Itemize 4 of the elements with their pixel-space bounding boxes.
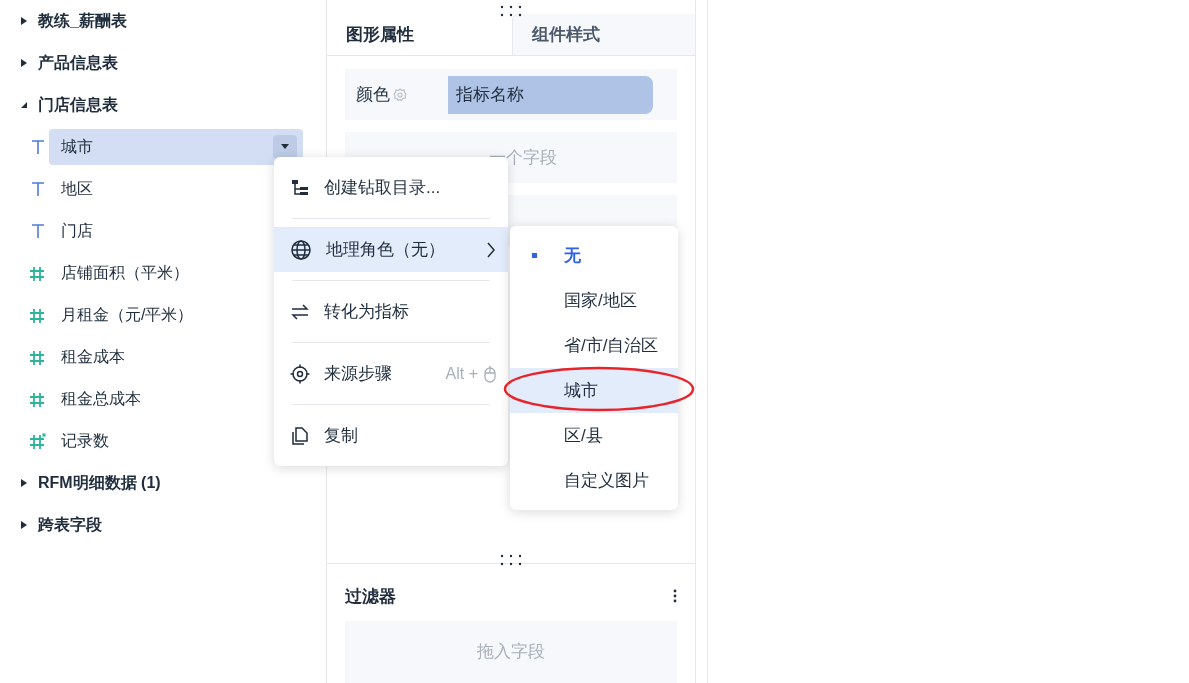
- drop-placeholder: 一个字段: [489, 147, 557, 167]
- drop-placeholder: 拖入字段: [477, 641, 545, 664]
- section-title: 过滤器: [345, 585, 396, 608]
- property-label: 颜色: [356, 83, 390, 106]
